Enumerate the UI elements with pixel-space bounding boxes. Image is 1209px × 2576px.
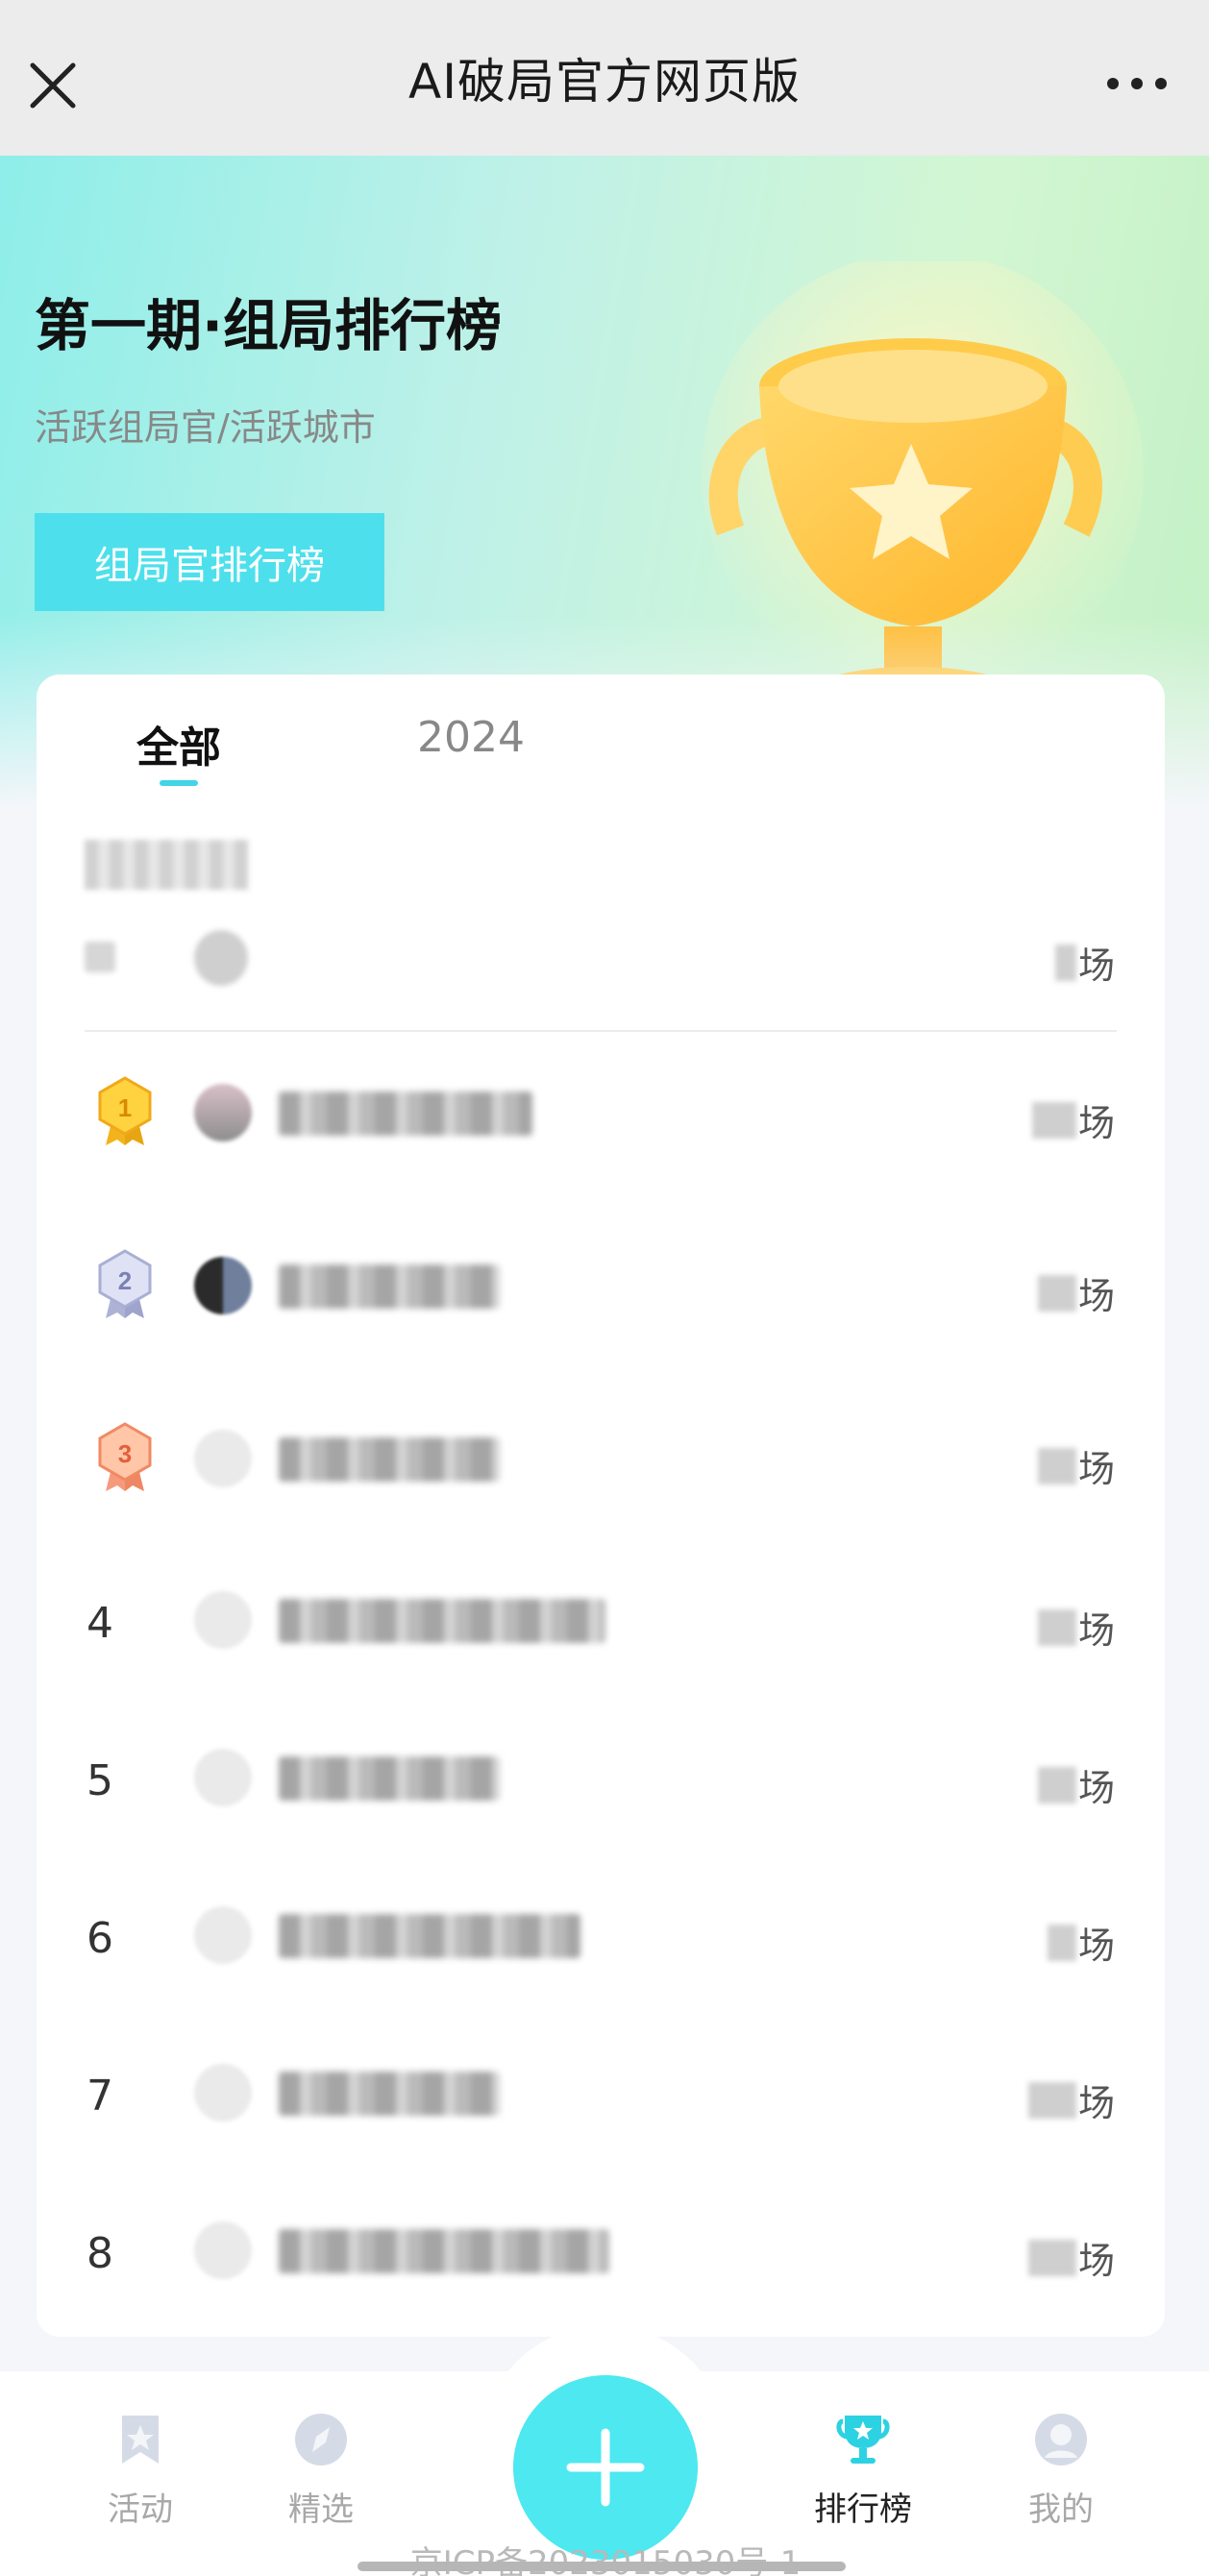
event-count: 场 [1037,1601,1115,1654]
organizer-name-redacted [279,1092,532,1136]
organizer-name-redacted [279,1437,500,1482]
my-count: 场 [1054,936,1115,989]
rank-number: 7 [86,2072,113,2121]
trophy-icon [836,2416,890,2464]
event-count: 场 [1027,2073,1115,2126]
avatar [194,2221,252,2279]
gold-medal-icon: 1 [98,1076,152,1145]
avatar [194,2064,252,2122]
count-redacted [1047,1924,1076,1961]
table-row[interactable]: 7 场 [37,2045,1165,2141]
plus-icon [566,2428,645,2507]
rank-number: 4 [86,1599,113,1648]
nav-label: 活动 [108,2490,173,2529]
nav-label: 我的 [1028,2490,1094,2529]
rank-number: 2 [118,1266,132,1295]
count-unit: 场 [1077,1102,1115,1144]
table-row[interactable]: 6 场 [37,1887,1165,1983]
rank-number: 5 [86,1756,113,1805]
nav-label: 排行榜 [814,2490,912,2529]
organizer-name-redacted [279,1914,580,1958]
compass-icon [295,2414,347,2466]
count-redacted [1031,1101,1076,1139]
rank-number: 3 [118,1439,132,1468]
create-button[interactable] [513,2375,698,2560]
bronze-medal-icon: 3 [98,1422,152,1491]
count-redacted [1037,1766,1076,1803]
table-row[interactable]: 5 场 [37,1730,1165,1826]
count-redacted [1037,1274,1076,1312]
tab-bar: 全部 2024 [37,675,1165,819]
avatar [194,1430,252,1487]
count-redacted [1037,1447,1076,1484]
home-indicator [358,2562,846,2571]
organizer-name-redacted [279,1599,605,1643]
bookmark-star-icon [122,2416,159,2464]
organizer-name-redacted [279,1264,500,1309]
event-count: 场 [1037,1266,1115,1319]
count-redacted [1027,2239,1076,2276]
avatar [194,930,248,986]
table-row[interactable]: 2 场 [37,1238,1165,1334]
avatar [194,1084,252,1141]
table-row[interactable]: 1 场 [37,1065,1165,1161]
avatar [194,1591,252,1649]
my-rank [85,942,115,972]
count-unit: 场 [1077,1275,1115,1317]
hero-subtitle: 活跃组局官/活跃城市 [35,406,376,449]
tab-2024[interactable]: 2024 [417,713,525,762]
nav-featured[interactable]: 精选 [244,2410,398,2544]
count-unit: 场 [1077,1767,1115,1809]
silver-medal-icon: 2 [98,1249,152,1318]
count-unit: 场 [1077,2082,1115,2124]
profile-icon [1035,2414,1087,2466]
count-redacted [1054,944,1076,981]
page-title: AI破局官方网页版 [408,54,801,110]
count-unit: 场 [1077,2240,1115,2282]
event-count: 场 [1031,1093,1115,1146]
avatar [194,1749,252,1806]
more-icon[interactable] [1103,69,1171,98]
hero-title: 第一期·组局排行榜 [35,293,503,358]
avatar [194,1906,252,1964]
count-redacted [1027,2081,1076,2119]
organizer-name-redacted [279,2072,500,2116]
avatar [194,1257,252,1314]
rank-number: 8 [86,2229,113,2278]
rank-number: 6 [86,1914,113,1963]
count-unit: 场 [1077,1609,1115,1652]
count-unit: 场 [1077,1448,1115,1490]
count-unit: 场 [1077,1925,1115,1967]
event-count: 场 [1027,2231,1115,2284]
nav-profile[interactable]: 我的 [984,2410,1138,2544]
event-count: 场 [1037,1758,1115,1811]
close-icon[interactable] [27,60,79,111]
nav-ranking[interactable]: 排行榜 [786,2410,940,2544]
organizer-name-redacted [279,2229,609,2273]
nav-activity[interactable]: 活动 [63,2410,217,2544]
count-unit: 场 [1077,945,1115,987]
event-count: 场 [1037,1439,1115,1492]
nav-label: 精选 [288,2490,354,2529]
count-redacted [1037,1608,1076,1646]
organizer-ranking-button[interactable]: 组局官排行榜 [35,513,384,611]
organizer-name-redacted [279,1756,500,1801]
my-ranking-label [85,840,248,890]
top-bar: AI破局官方网页版 [0,0,1209,156]
table-row[interactable]: 4 场 [37,1572,1165,1668]
tab-indicator [160,780,198,786]
event-count: 场 [1047,1916,1115,1969]
rank-number: 1 [118,1093,132,1122]
table-row[interactable]: 3 场 [37,1411,1165,1507]
table-row[interactable]: 8 场 [37,2202,1165,2298]
tab-all[interactable]: 全部 [136,713,221,774]
ranking-card: 全部 2024 场 1 场 2 场 3 场 4 场 5 场 6 场 7 场 8 … [37,675,1165,2337]
divider [85,1030,1117,1032]
